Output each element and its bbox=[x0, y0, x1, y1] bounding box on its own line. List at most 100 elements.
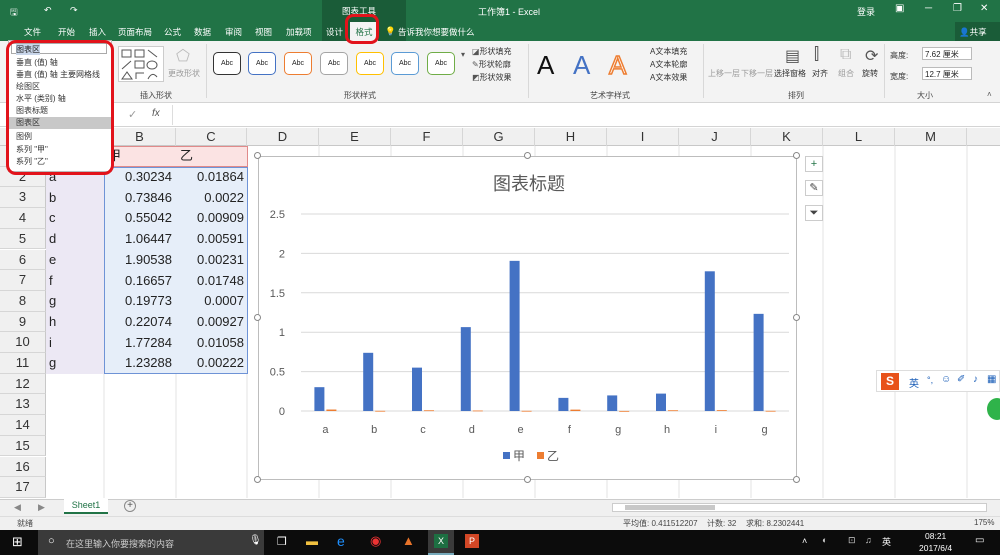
table-cell-c[interactable]: 0.01058 bbox=[176, 333, 244, 354]
shape-styles-more-icon[interactable]: ▾ bbox=[461, 50, 465, 59]
column-header[interactable]: D bbox=[247, 128, 319, 146]
tab-review[interactable]: 审阅 bbox=[225, 26, 242, 38]
mic-icon[interactable]: 🎙 bbox=[249, 535, 262, 546]
table-cell-b[interactable]: 0.19773 bbox=[104, 291, 172, 312]
emoji-icon[interactable]: ☺ bbox=[941, 374, 951, 385]
minimize-icon[interactable]: ─ bbox=[925, 3, 932, 14]
column-header[interactable]: G bbox=[463, 128, 535, 146]
table-cell-b[interactable]: 1.06447 bbox=[104, 229, 172, 250]
wordart-style-black[interactable]: A bbox=[537, 50, 554, 81]
column-header[interactable]: C bbox=[176, 128, 247, 146]
excel-taskbar-icon[interactable]: X bbox=[428, 530, 454, 555]
row-header[interactable]: 9 bbox=[0, 311, 46, 333]
text-effects-button[interactable]: A文本效果 bbox=[650, 72, 687, 83]
bar-series2[interactable] bbox=[375, 410, 386, 412]
bar-series2[interactable] bbox=[424, 410, 434, 412]
tray-up-icon[interactable]: ˄ bbox=[802, 536, 807, 546]
bar-series2[interactable] bbox=[570, 409, 581, 411]
punctuation-icon[interactable]: °, bbox=[927, 375, 933, 385]
shape-outline-button[interactable]: ✎形状轮廓 bbox=[472, 59, 511, 70]
bar-series1[interactable] bbox=[363, 352, 374, 411]
text-outline-button[interactable]: A文本轮廓 bbox=[650, 59, 687, 70]
bar-series1[interactable] bbox=[607, 395, 618, 411]
maximize-icon[interactable]: ❐ bbox=[953, 3, 962, 14]
enter-icon[interactable]: ✓ bbox=[128, 108, 137, 121]
ime-toolbar[interactable]: S 英 °, ☺ ✐ ♪ ▦ bbox=[876, 370, 1000, 392]
chart-filter-icon[interactable]: ⏷ bbox=[805, 205, 823, 221]
bar-series1[interactable] bbox=[558, 397, 569, 411]
grid-icon[interactable]: ▦ bbox=[987, 374, 996, 385]
tab-addins[interactable]: 加载项 bbox=[286, 26, 312, 38]
table-cell-b[interactable]: 1.90538 bbox=[104, 250, 172, 271]
volume-icon[interactable]: ♫ bbox=[865, 535, 872, 545]
ime-lang[interactable]: 英 bbox=[909, 375, 919, 390]
bar-series2[interactable] bbox=[668, 410, 678, 412]
send-backward-button[interactable]: 下移一层 bbox=[741, 68, 773, 79]
edge-icon[interactable]: e bbox=[337, 533, 345, 549]
shape-style-3[interactable]: Abc bbox=[284, 52, 312, 75]
row-header[interactable]: 6 bbox=[0, 249, 46, 271]
resize-handle[interactable] bbox=[254, 476, 261, 483]
column-header[interactable]: B bbox=[104, 128, 176, 146]
table-cell-c[interactable]: 0.01864 bbox=[176, 167, 244, 188]
shapes-gallery[interactable] bbox=[118, 46, 164, 82]
align-button[interactable]: 对齐 bbox=[812, 68, 828, 79]
shape-style-1[interactable]: Abc bbox=[213, 52, 241, 75]
chart-x-axis[interactable]: abcdefghig bbox=[322, 424, 767, 436]
prev-sheet-icon[interactable]: ◀ bbox=[14, 502, 21, 513]
text-fill-button[interactable]: A文本填充 bbox=[650, 46, 687, 57]
column-header[interactable]: F bbox=[391, 128, 463, 146]
row-header[interactable]: 13 bbox=[0, 394, 46, 416]
matlab-icon[interactable]: ▲ bbox=[402, 533, 415, 548]
column-header[interactable]: L bbox=[823, 128, 895, 146]
resize-handle[interactable] bbox=[793, 476, 800, 483]
tray-app-icon[interactable]: ◐ bbox=[822, 535, 827, 545]
table-cell-b[interactable]: 0.22074 bbox=[104, 312, 172, 333]
formula-input[interactable] bbox=[172, 105, 998, 125]
collapse-ribbon-icon[interactable]: ˄ bbox=[987, 90, 992, 99]
shape-style-2[interactable]: Abc bbox=[248, 52, 276, 75]
table-cell-c[interactable]: 0.00231 bbox=[176, 250, 244, 271]
table-cell-label[interactable]: i bbox=[49, 333, 52, 354]
table-cell-c[interactable]: 0.0007 bbox=[176, 291, 244, 312]
redo-icon[interactable]: ↷ bbox=[70, 5, 78, 16]
row-header[interactable]: 16 bbox=[0, 456, 46, 478]
bar-series1[interactable] bbox=[753, 313, 764, 411]
shape-style-7[interactable]: Abc bbox=[427, 52, 455, 75]
tab-insert[interactable]: 插入 bbox=[89, 26, 106, 38]
next-sheet-icon[interactable]: ▶ bbox=[38, 502, 45, 513]
notification-icon[interactable]: ▭ bbox=[975, 535, 984, 546]
row-header[interactable]: 17 bbox=[0, 477, 46, 498]
column-header[interactable]: I bbox=[607, 128, 679, 146]
horizontal-scrollbar[interactable] bbox=[612, 503, 987, 512]
table-cell-b[interactable]: 1.77284 bbox=[104, 333, 172, 354]
close-icon[interactable]: ✕ bbox=[980, 3, 988, 14]
table-cell-label[interactable]: e bbox=[49, 250, 56, 271]
row-header[interactable]: 14 bbox=[0, 415, 46, 436]
chart-y-axis[interactable]: 0 0.5 1 1.5 2 2.5 bbox=[270, 209, 285, 418]
tab-view[interactable]: 视图 bbox=[255, 26, 272, 38]
resize-handle[interactable] bbox=[254, 152, 261, 159]
add-sheet-button[interactable]: + bbox=[124, 500, 136, 512]
row-header[interactable]: 8 bbox=[0, 290, 46, 312]
task-view-icon[interactable]: ❒ bbox=[277, 535, 287, 548]
pen-icon[interactable]: ✐ bbox=[957, 374, 965, 385]
taskbar-lang[interactable]: 英 bbox=[882, 535, 891, 548]
scrollbar-thumb[interactable] bbox=[625, 505, 715, 510]
resize-handle[interactable] bbox=[793, 152, 800, 159]
tab-design[interactable]: 设计 bbox=[326, 26, 343, 38]
bar-series1[interactable] bbox=[704, 271, 715, 411]
shape-fill-button[interactable]: ◪形状填充 bbox=[472, 46, 512, 57]
row-header[interactable]: 3 bbox=[0, 187, 46, 209]
chrome-icon[interactable]: ◉ bbox=[370, 533, 381, 549]
bring-forward-button[interactable]: 上移一层 bbox=[708, 68, 740, 79]
tab-file[interactable]: 文件 bbox=[24, 26, 41, 38]
table-cell-b[interactable]: 1.23288 bbox=[104, 353, 172, 374]
wordart-style-orange[interactable]: A bbox=[608, 49, 627, 81]
table-cell-c[interactable]: 0.01748 bbox=[176, 271, 244, 292]
resize-handle[interactable] bbox=[524, 152, 531, 159]
bar-series1[interactable] bbox=[656, 393, 666, 411]
bar-series2[interactable] bbox=[326, 409, 337, 411]
bar-series2[interactable] bbox=[765, 410, 776, 412]
row-header[interactable]: 4 bbox=[0, 208, 46, 229]
